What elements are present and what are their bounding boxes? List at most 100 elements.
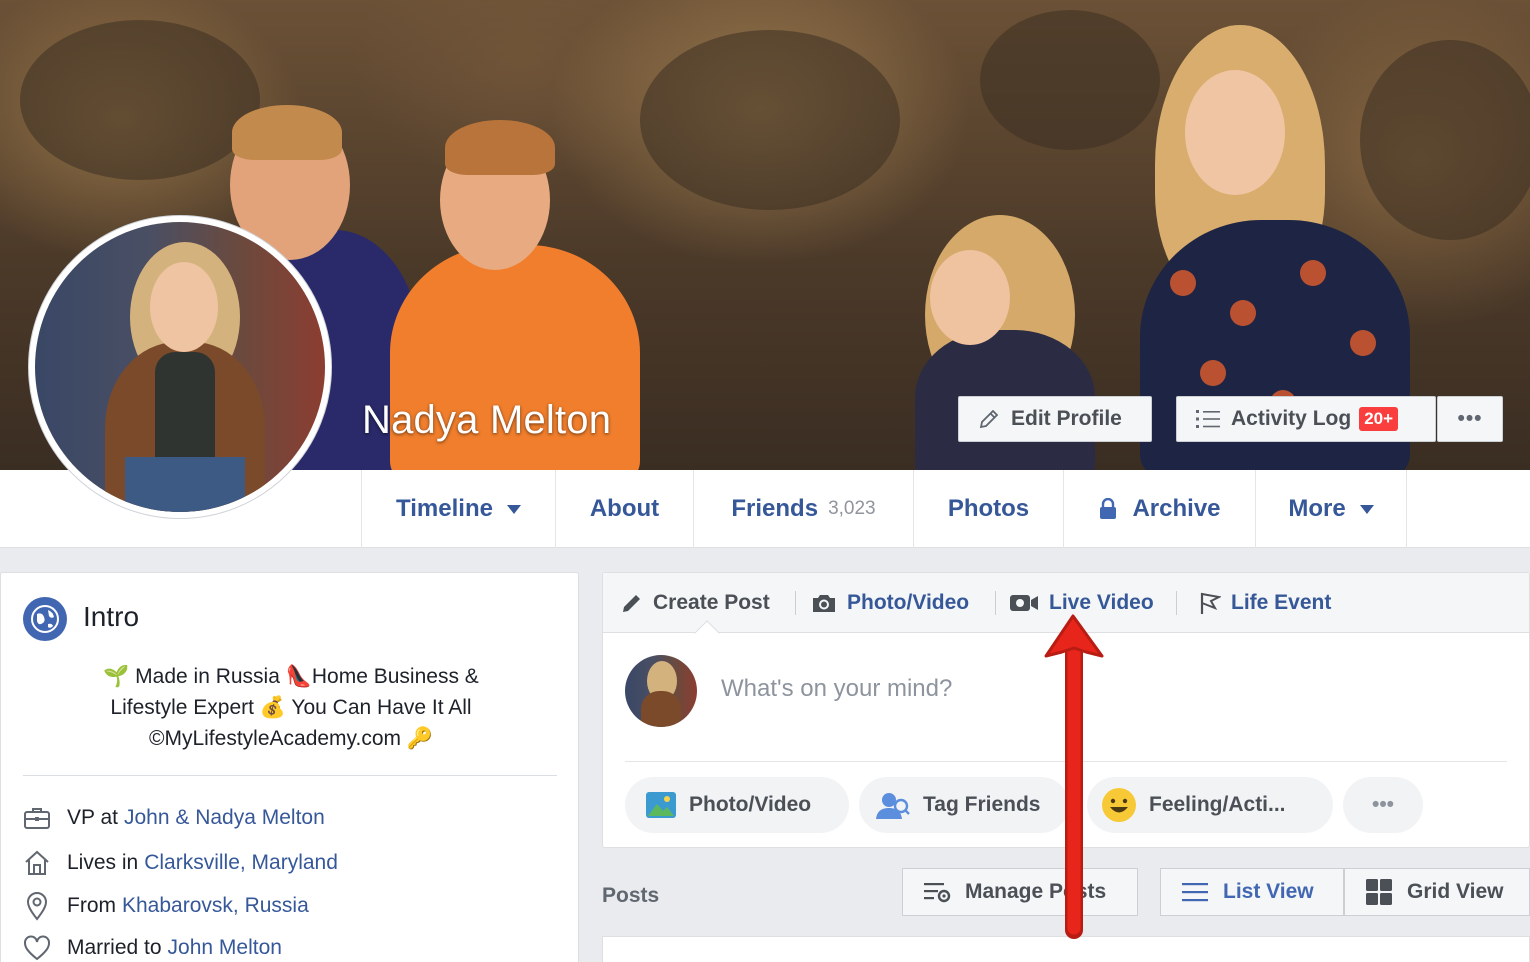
tab-separator [1176, 591, 1177, 615]
tag-friends-icon [876, 793, 910, 819]
tab-friends-label: Friends [731, 495, 819, 522]
married-prefix: Married to [67, 936, 162, 959]
photo-video-button[interactable]: Photo/Video [625, 777, 849, 833]
edit-profile-label: Edit Profile [1011, 407, 1122, 430]
tab-about[interactable]: About [555, 470, 693, 548]
lock-icon [1100, 498, 1117, 519]
list-view-label: List View [1223, 880, 1314, 903]
work-prefix: VP at [67, 806, 118, 829]
pencil-icon [623, 595, 640, 612]
avatar-shirt [155, 352, 215, 462]
cover-more-button[interactable]: ••• [1437, 396, 1503, 442]
avatar-jeans [125, 457, 245, 512]
tab-archive-label: Archive [1132, 495, 1221, 522]
home-icon [25, 850, 49, 875]
from-prefix: From [67, 894, 116, 917]
caret-down-icon [1359, 504, 1374, 514]
cover-bush [980, 10, 1160, 150]
manage-settings-icon [924, 883, 951, 903]
profile-picture[interactable] [28, 215, 332, 519]
composer-more-button[interactable]: ••• [1343, 777, 1423, 833]
from-link[interactable]: Khabarovsk, Russia [122, 894, 309, 918]
status-input[interactable]: What's on your mind? [721, 675, 952, 703]
profile-name[interactable]: Nadya Melton [362, 398, 611, 443]
cover-bush [20, 20, 260, 180]
cover-bush [1360, 40, 1530, 240]
avatar [35, 222, 325, 512]
bio-line: Lifestyle Expert 💰 You Can Have It All [110, 696, 472, 719]
married-link[interactable]: John Melton [168, 936, 282, 960]
tag-friends-label: Tag Friends [923, 793, 1041, 816]
photo-video-label: Photo/Video [689, 793, 812, 816]
heart-icon [24, 935, 50, 961]
cover-flower [1300, 260, 1326, 286]
divider [23, 775, 557, 776]
tab-life-event-label: Life Event [1231, 591, 1332, 614]
tab-timeline[interactable]: Timeline [361, 470, 555, 548]
photo-icon [646, 792, 676, 818]
tab-create-post[interactable]: Create Post [621, 573, 770, 633]
camera-icon [813, 595, 835, 612]
avatar-face [150, 262, 218, 352]
work-row: VP at John & Nadya Melton [23, 805, 325, 831]
tab-photos[interactable]: Photos [913, 470, 1063, 548]
bio-text: 🌱 Made in Russia 👠Home Business & Lifest… [21, 661, 561, 754]
tab-life-event[interactable]: Life Event [1199, 573, 1331, 633]
list-view-icon [1182, 883, 1208, 902]
notification-badge: 20+ [1359, 407, 1399, 431]
tab-archive[interactable]: Archive [1063, 470, 1255, 548]
cover-person [1185, 70, 1285, 195]
lives-row: Lives in Clarksville, Maryland [23, 849, 338, 877]
intro-title: Intro [83, 601, 140, 632]
cover-flower [1170, 270, 1196, 296]
cover-person [232, 105, 342, 160]
married-row: Married to John Melton [23, 935, 282, 961]
feeling-activity-label: Feeling/Acti... [1149, 793, 1286, 816]
tab-separator [995, 591, 996, 615]
more-dots-icon: ••• [1371, 793, 1395, 816]
tab-photos-label: Photos [947, 495, 1030, 522]
avatar-jacket [641, 691, 681, 727]
tab-about-label: About [589, 495, 660, 522]
flag-icon [1200, 592, 1221, 614]
grid-view-label: Grid View [1407, 880, 1504, 903]
tag-friends-button[interactable]: Tag Friends [859, 777, 1069, 833]
tab-timeline-label: Timeline [396, 495, 493, 522]
list-icon [1196, 410, 1220, 428]
tab-more[interactable]: More [1255, 470, 1407, 548]
cover-person [445, 120, 555, 175]
location-pin-icon [26, 892, 48, 921]
lives-prefix: Lives in [67, 851, 139, 874]
intro-card: Intro 🌱 Made in Russia 👠Home Business & … [0, 572, 579, 962]
from-row: From Khabarovsk, Russia [23, 891, 309, 921]
bio-line: 🌱 Made in Russia 👠Home Business & [103, 665, 479, 688]
tab-more-label: More [1288, 495, 1346, 522]
activity-log-label: Activity Log [1231, 407, 1352, 430]
pencil-icon [979, 409, 999, 429]
tab-friends[interactable]: Friends 3,023 [693, 470, 913, 548]
more-dots-icon: ••• [1457, 407, 1483, 430]
cover-flower [1230, 300, 1256, 326]
composer-avatar[interactable] [625, 655, 697, 727]
cover-bush [640, 30, 900, 210]
tab-photo-video-label: Photo/Video [847, 591, 970, 614]
grid-view-icon [1366, 879, 1392, 905]
cover-flower [1200, 360, 1226, 386]
bio-line: ©MyLifestyleAcademy.com 🔑 [149, 727, 433, 750]
work-link[interactable]: John & Nadya Melton [124, 806, 325, 830]
activity-log-button[interactable]: Activity Log 20+ [1176, 396, 1436, 442]
cover-person [930, 250, 1010, 345]
list-view-button[interactable]: List View [1160, 868, 1344, 916]
tab-create-post-label: Create Post [653, 591, 770, 614]
tab-separator [795, 591, 796, 615]
lives-link[interactable]: Clarksville, Maryland [144, 851, 338, 875]
annotation-arrow-icon [1044, 614, 1104, 939]
globe-icon [23, 597, 67, 641]
feeling-activity-button[interactable]: Feeling/Acti... [1087, 777, 1333, 833]
friends-count: 3,023 [828, 498, 876, 519]
posts-heading: Posts [602, 884, 660, 907]
grid-view-button[interactable]: Grid View [1344, 868, 1530, 916]
tab-photo-video[interactable]: Photo/Video [811, 573, 969, 633]
caret-down-icon [506, 504, 521, 514]
edit-profile-button[interactable]: Edit Profile [958, 396, 1152, 442]
